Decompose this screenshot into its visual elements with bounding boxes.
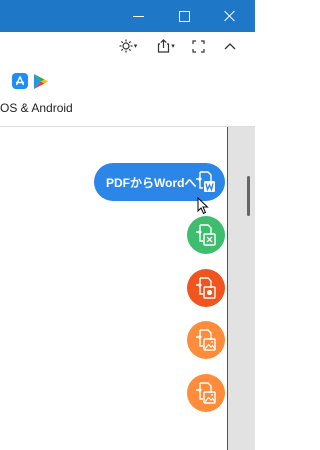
minimize-icon (132, 15, 144, 17)
store-platforms-text: OS & Android (0, 101, 73, 115)
title-bar (0, 0, 255, 32)
pdf-to-image-button[interactable] (187, 374, 225, 412)
header-divider (0, 126, 255, 127)
fullscreen-icon (191, 39, 205, 53)
share-icon (158, 39, 170, 53)
pdf-to-excel-icon (196, 224, 216, 246)
close-icon (224, 10, 236, 22)
pdf-to-image-icon (196, 382, 216, 404)
brightness-button[interactable]: ▾ (114, 36, 142, 56)
share-button[interactable]: ▾ (154, 36, 178, 56)
pdf-to-powerpoint-icon (196, 277, 216, 299)
pdf-to-word-icon (196, 171, 215, 192)
maximize-icon (178, 10, 190, 22)
brightness-icon (119, 39, 133, 53)
pdf-to-word-label: PDFからWordへ (106, 175, 197, 190)
share-caret-icon: ▾ (171, 42, 175, 50)
app-store-icon[interactable] (12, 73, 28, 89)
pdf-to-image-button[interactable] (187, 321, 225, 359)
pdf-to-word-button[interactable]: PDFからWordへ (94, 163, 225, 201)
fullscreen-button[interactable] (188, 36, 208, 56)
store-links: OS & Android (0, 60, 255, 126)
close-button[interactable] (210, 0, 250, 32)
scrollbar-thumb[interactable] (247, 176, 250, 216)
side-panel-border (227, 127, 228, 450)
minimize-button[interactable] (118, 0, 158, 32)
chevron-up-icon (224, 43, 236, 50)
mouse-cursor-icon (197, 197, 209, 215)
toolbar: ▾ ▾ (0, 32, 255, 60)
pdf-to-powerpoint-button[interactable] (187, 269, 225, 307)
google-play-icon[interactable] (32, 73, 49, 90)
brightness-caret-icon: ▾ (133, 42, 138, 50)
collapse-button[interactable] (220, 36, 240, 56)
side-panel (227, 127, 255, 450)
maximize-button[interactable] (164, 0, 204, 32)
pdf-to-image-icon (196, 329, 216, 351)
pdf-to-excel-button[interactable] (187, 216, 225, 254)
